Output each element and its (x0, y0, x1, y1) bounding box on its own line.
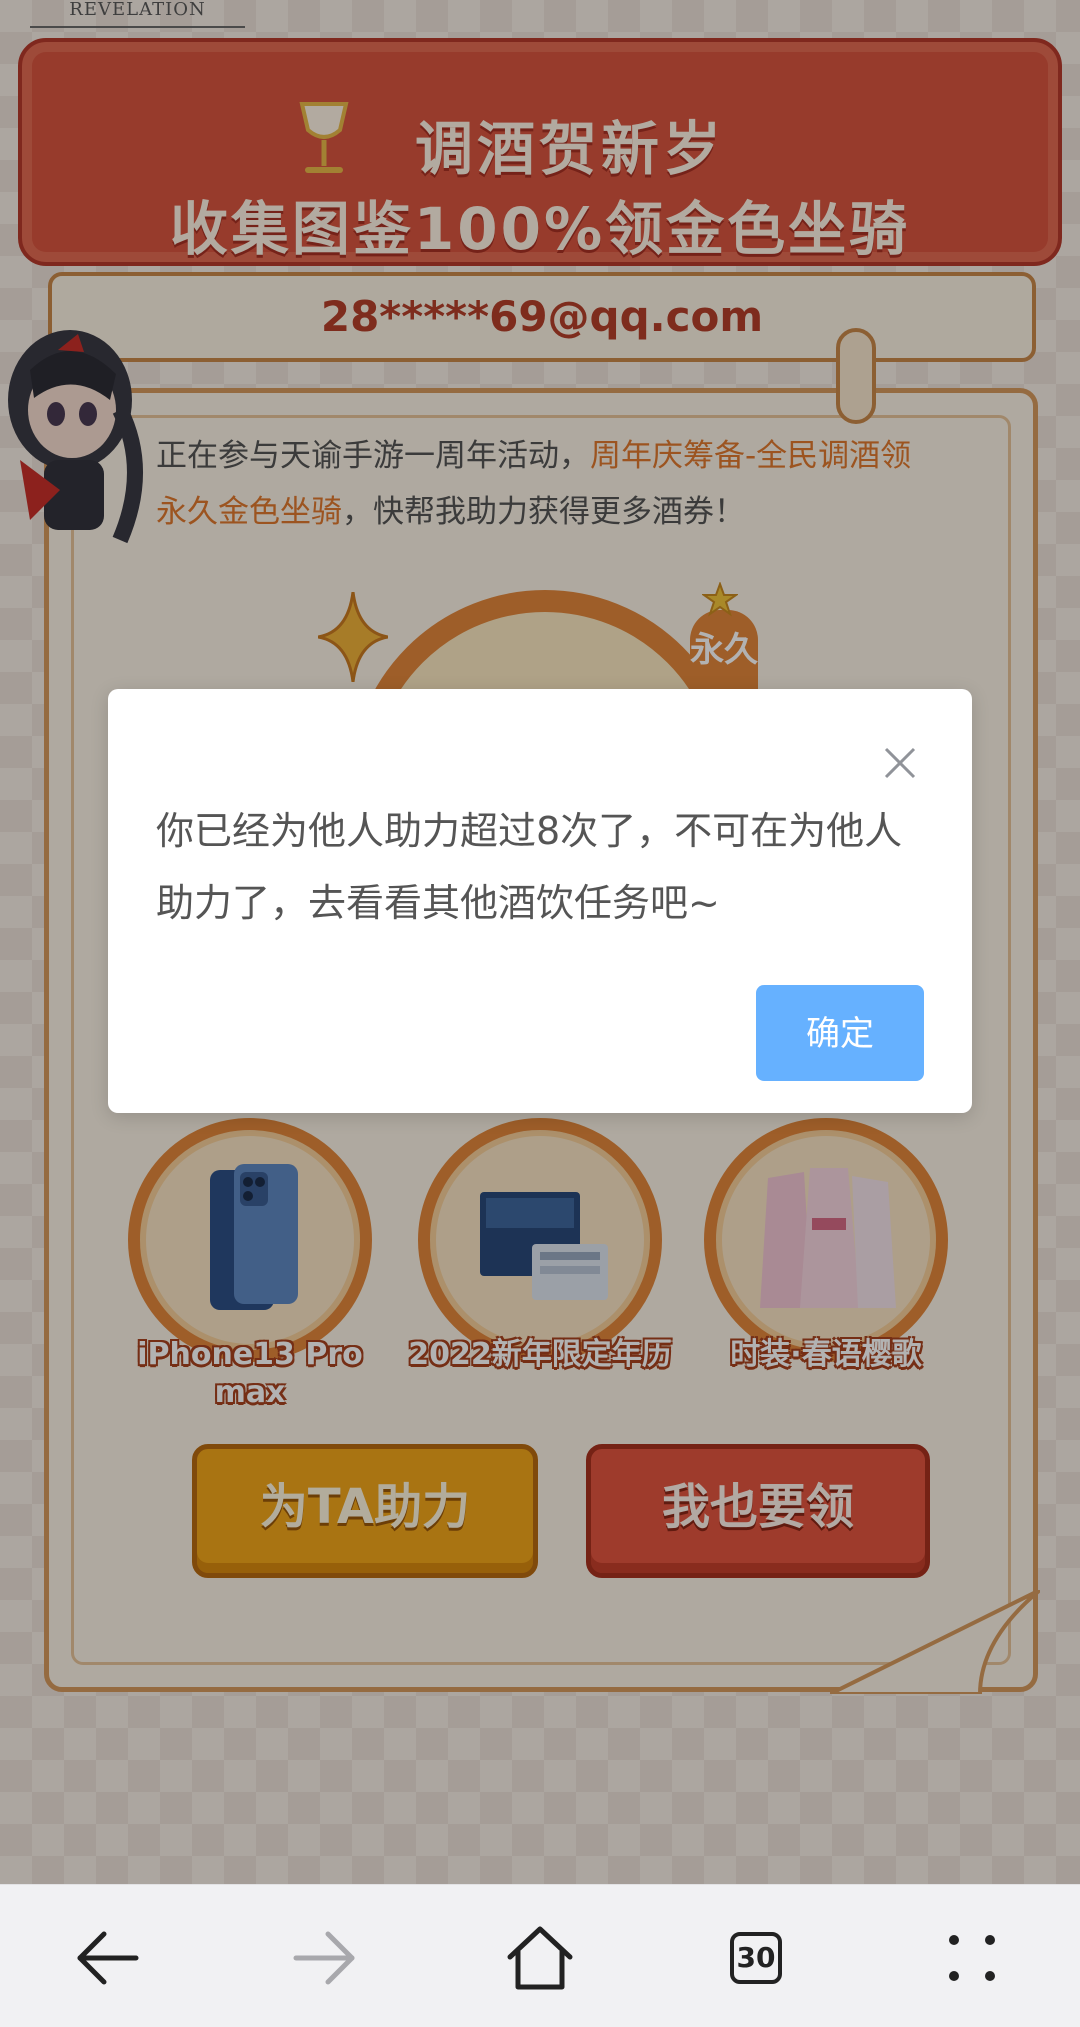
back-button[interactable] (60, 1913, 156, 2003)
back-arrow-icon (77, 1931, 139, 1985)
forward-arrow-icon (293, 1931, 355, 1985)
dialog-message: 你已经为他人助力超过8次了，不可在为他人助力了，去看看其他酒饮任务吧~ (156, 809, 903, 925)
confirm-button[interactable]: 确定 (756, 985, 924, 1081)
menu-button[interactable] (924, 1913, 1020, 2003)
menu-dots-icon (949, 1935, 995, 1981)
tabs-count-icon: 30 (730, 1932, 782, 1984)
browser-toolbar: 30 (0, 1884, 1080, 2027)
tabs-button[interactable]: 30 (708, 1913, 804, 2003)
alert-dialog: 你已经为他人助力超过8次了，不可在为他人助力了，去看看其他酒饮任务吧~ 确定 (108, 689, 972, 1113)
home-button[interactable] (492, 1913, 588, 2003)
close-icon[interactable] (880, 743, 920, 783)
home-icon (507, 1926, 573, 1990)
forward-button[interactable] (276, 1913, 372, 2003)
